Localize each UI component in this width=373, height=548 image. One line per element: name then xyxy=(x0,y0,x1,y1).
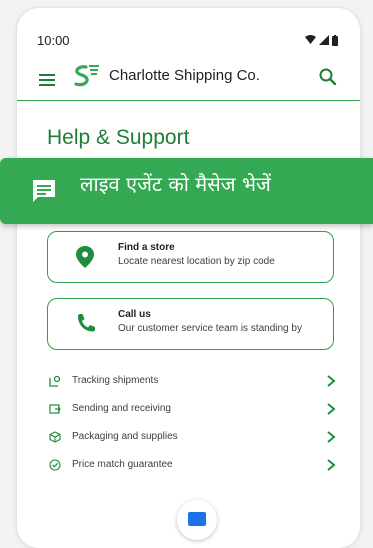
search-icon[interactable] xyxy=(318,67,338,87)
location-pin-icon xyxy=(76,246,94,268)
live-agent-banner[interactable]: लाइव एजेंट को मैसेज भेजें xyxy=(0,158,373,224)
chevron-right-icon xyxy=(327,431,336,443)
banner-text: लाइव एजेंट को मैसेज भेजें xyxy=(80,172,271,196)
card-subtitle: Our customer service team is standing by xyxy=(118,323,302,334)
tracking-icon xyxy=(49,375,61,387)
card-subtitle: Locate nearest location by zip code xyxy=(118,256,275,267)
chevron-right-icon xyxy=(327,459,336,471)
signal-icon xyxy=(319,35,329,45)
card-title: Call us xyxy=(118,309,151,320)
list-item-label: Tracking shipments xyxy=(72,375,159,386)
list-item-label: Packaging and supplies xyxy=(72,431,178,442)
guarantee-icon xyxy=(49,459,61,471)
brand-name: Charlotte Shipping Co. xyxy=(109,67,260,84)
wifi-icon xyxy=(305,35,316,44)
status-time: 10:00 xyxy=(37,33,70,48)
chat-icon xyxy=(33,180,55,202)
logo-icon xyxy=(74,65,99,87)
card-title: Find a store xyxy=(118,242,175,253)
page-title: Help & Support xyxy=(47,126,190,149)
find-store-card[interactable]: Find a store Locate nearest location by … xyxy=(47,231,334,283)
list-item-packaging[interactable]: Packaging and supplies xyxy=(47,426,337,454)
app-bar: Charlotte Shipping Co. xyxy=(17,60,360,101)
battery-icon xyxy=(332,34,338,46)
list-item-price-match[interactable]: Price match guarantee xyxy=(47,454,337,482)
send-icon xyxy=(49,404,61,414)
chat-fab[interactable] xyxy=(177,500,217,540)
chevron-right-icon xyxy=(327,403,336,415)
help-topics-list: Tracking shipments Sending and receiving… xyxy=(47,370,337,482)
list-item-tracking[interactable]: Tracking shipments xyxy=(47,370,337,398)
list-item-label: Price match guarantee xyxy=(72,459,173,470)
list-item-sending[interactable]: Sending and receiving xyxy=(47,398,337,426)
chevron-right-icon xyxy=(327,375,336,387)
status-icons xyxy=(305,34,338,46)
phone-frame: 10:00 Charlotte Shipping Co. Help & Supp… xyxy=(17,8,360,548)
call-us-card[interactable]: Call us Our customer service team is sta… xyxy=(47,298,334,350)
list-item-label: Sending and receiving xyxy=(72,403,171,414)
chat-fab-icon xyxy=(188,512,206,526)
menu-icon[interactable] xyxy=(37,70,57,90)
status-bar: 10:00 xyxy=(17,8,360,48)
package-icon xyxy=(49,431,61,443)
phone-icon xyxy=(78,314,95,332)
